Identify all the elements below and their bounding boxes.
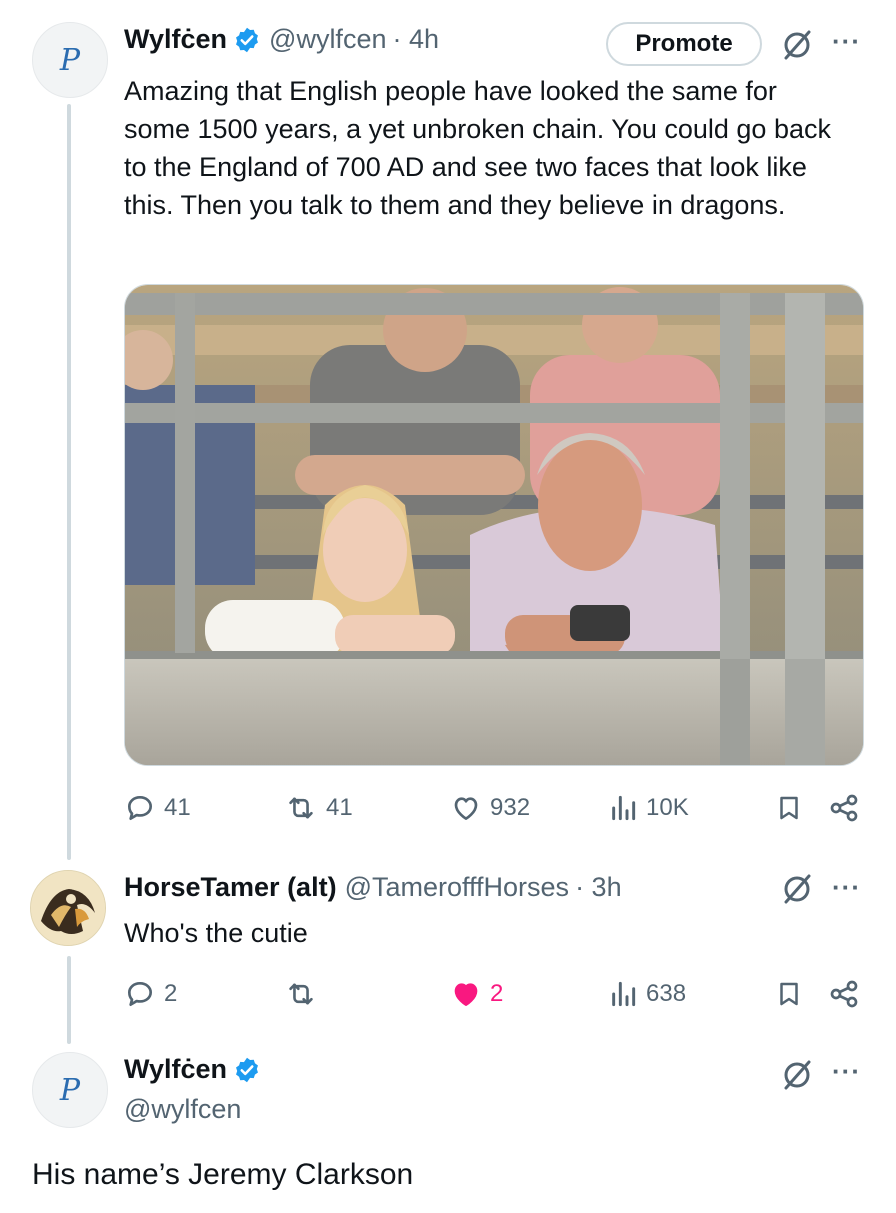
timestamp[interactable]: · 4h bbox=[392, 24, 439, 55]
bookmark-button[interactable] bbox=[774, 788, 804, 828]
avatar-illustration bbox=[31, 871, 105, 945]
repost-icon bbox=[289, 797, 313, 819]
grok-icon[interactable] bbox=[780, 28, 814, 62]
avatar[interactable] bbox=[30, 870, 106, 946]
thread-line bbox=[67, 104, 71, 860]
grok-icon[interactable] bbox=[780, 872, 814, 906]
more-icon[interactable]: ··· bbox=[832, 26, 861, 57]
promote-button[interactable]: Promote bbox=[606, 22, 762, 66]
views-button[interactable]: 10K bbox=[608, 788, 689, 828]
bookmark-button[interactable] bbox=[774, 974, 804, 1014]
like-icon bbox=[454, 797, 478, 820]
tweet-actions: 2 2 638 bbox=[120, 974, 870, 1014]
avatar[interactable]: P bbox=[32, 1052, 108, 1128]
verified-badge-icon bbox=[236, 1057, 258, 1082]
handle[interactable]: @wylfcen bbox=[124, 1094, 241, 1125]
handle-row: @wylfcen bbox=[124, 1094, 241, 1125]
like-button[interactable]: 2 bbox=[450, 974, 503, 1014]
like-button[interactable]: 932 bbox=[450, 788, 530, 828]
more-icon[interactable]: ··· bbox=[832, 872, 861, 903]
views-icon bbox=[612, 795, 636, 821]
handle[interactable]: @wylfcen bbox=[269, 24, 386, 55]
timestamp[interactable]: · 3h bbox=[575, 872, 622, 903]
repost-icon bbox=[289, 983, 313, 1005]
tweet-header: Wylfċen @wylfcen · 4h bbox=[124, 24, 439, 55]
tweet-text: Amazing that English people have looked … bbox=[124, 76, 831, 220]
handle[interactable]: @TamerofffHorses bbox=[345, 872, 570, 903]
tweet-header: HorseTamer (alt) @TamerofffHorses · 3h bbox=[124, 872, 622, 903]
thread-line bbox=[67, 956, 71, 1044]
more-icon[interactable]: ··· bbox=[832, 1056, 861, 1087]
repost-button[interactable]: 41 bbox=[284, 788, 353, 828]
reply-icon bbox=[128, 982, 152, 1006]
reply-icon bbox=[128, 796, 152, 820]
views-icon bbox=[612, 981, 636, 1007]
photo-illustration bbox=[125, 285, 863, 765]
share-icon bbox=[830, 794, 858, 822]
share-icon bbox=[830, 980, 858, 1008]
avatar[interactable]: P bbox=[32, 22, 108, 98]
tweet-actions: 41 41 932 10K bbox=[120, 788, 870, 828]
repost-button[interactable] bbox=[284, 974, 326, 1014]
tweet-image[interactable] bbox=[124, 284, 864, 766]
reply-button[interactable]: 2 bbox=[124, 974, 177, 1014]
reply-button[interactable]: 41 bbox=[124, 788, 191, 828]
tweet-text: His name’s Jeremy Clarkson bbox=[32, 1158, 414, 1191]
share-button[interactable] bbox=[828, 974, 860, 1014]
like-icon bbox=[454, 983, 478, 1006]
tweet-text: Who's the cutie bbox=[124, 918, 308, 948]
share-button[interactable] bbox=[828, 788, 860, 828]
bookmark-icon bbox=[780, 982, 798, 1006]
views-button[interactable]: 638 bbox=[608, 974, 686, 1014]
display-name[interactable]: Wylfċen bbox=[124, 1054, 227, 1085]
verified-badge-icon bbox=[236, 27, 258, 52]
tweet-header: Wylfċen bbox=[124, 1054, 261, 1085]
grok-icon[interactable] bbox=[780, 1058, 814, 1092]
display-name[interactable]: Wylfċen bbox=[124, 24, 227, 55]
bookmark-icon bbox=[780, 796, 798, 820]
display-name[interactable]: HorseTamer (alt) bbox=[124, 872, 337, 903]
